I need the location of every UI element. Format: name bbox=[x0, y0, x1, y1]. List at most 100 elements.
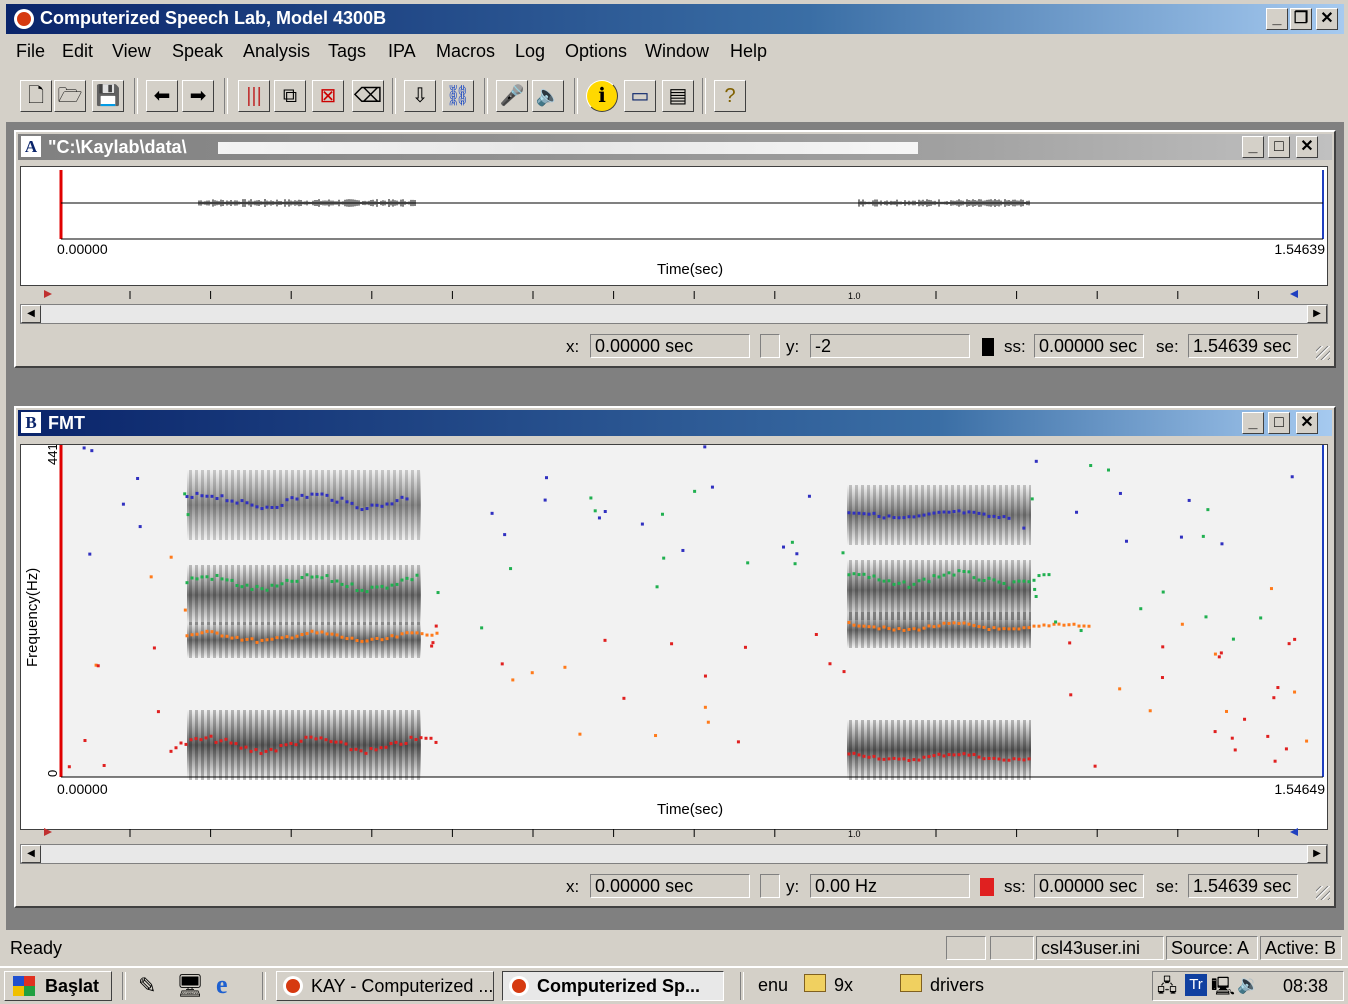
start-button[interactable]: Başlat bbox=[4, 971, 112, 1001]
menu-tags[interactable]: Tags bbox=[328, 41, 366, 62]
waveform-window-titlebar[interactable]: A "C:\Kaylab\data\ _ □ ✕ bbox=[18, 134, 1332, 160]
resize-grip-icon[interactable] bbox=[1316, 346, 1330, 360]
formant-point bbox=[304, 735, 308, 739]
menu-macros[interactable]: Macros bbox=[436, 41, 495, 62]
formant-point bbox=[1062, 623, 1066, 627]
csl-app-icon[interactable] bbox=[14, 9, 34, 29]
text-window-icon[interactable]: ▤ bbox=[662, 80, 694, 112]
scroll-left-button[interactable]: ◀ bbox=[21, 305, 41, 323]
menu-analysis[interactable]: Analysis bbox=[243, 41, 310, 62]
toolbar-item-9x[interactable]: 9x bbox=[834, 975, 853, 996]
waveform-minimize-button[interactable]: _ bbox=[1242, 136, 1264, 158]
copy-window-icon[interactable]: ⧉ bbox=[274, 80, 306, 112]
close-button[interactable]: ✕ bbox=[1316, 8, 1338, 30]
formant-point bbox=[847, 573, 851, 577]
formant-window[interactable]: B FMT _ □ ✕ 4410 0 Frequency(Hz) 0.00000… bbox=[14, 406, 1336, 908]
cursor-y-field[interactable]: -2 bbox=[810, 334, 970, 358]
spectrogram-time-ruler[interactable]: 1.0 bbox=[20, 826, 1328, 838]
cursor-x-field[interactable]: 0.00000 sec bbox=[590, 874, 750, 898]
quicklaunch-desktop-icon[interactable]: 🖥 bbox=[176, 973, 204, 999]
help-icon[interactable]: ? bbox=[714, 80, 746, 112]
formant-point bbox=[897, 581, 901, 585]
resize-grip-icon[interactable] bbox=[1316, 886, 1330, 900]
formant-point bbox=[305, 573, 309, 577]
waveform-maximize-button[interactable]: □ bbox=[1268, 136, 1290, 158]
scroll-left-button[interactable]: ◀ bbox=[21, 845, 41, 863]
toolbar-item-enu[interactable]: enu bbox=[758, 975, 788, 996]
open-folder-icon[interactable]: 🗁 bbox=[54, 80, 86, 112]
new-file-icon[interactable]: 🗋 bbox=[20, 80, 52, 112]
info-icon[interactable]: ℹ bbox=[586, 80, 618, 112]
formant-point bbox=[220, 577, 224, 581]
link-icon[interactable]: ⛓ bbox=[442, 80, 474, 112]
menu-ipa[interactable]: IPA bbox=[388, 41, 416, 62]
close-window-icon[interactable]: ⊠ bbox=[312, 80, 344, 112]
menu-options[interactable]: Options bbox=[565, 41, 627, 62]
formant-point bbox=[385, 637, 389, 641]
internet-explorer-icon[interactable]: e bbox=[216, 970, 228, 1000]
toolbar-item-drivers[interactable]: drivers bbox=[930, 975, 984, 996]
menu-edit[interactable]: Edit bbox=[62, 41, 93, 62]
formant-point bbox=[932, 574, 936, 578]
formant-point bbox=[67, 765, 71, 769]
eraser-icon[interactable]: ⌫ bbox=[352, 80, 384, 112]
menu-window[interactable]: Window bbox=[645, 41, 709, 62]
formant-point bbox=[987, 576, 991, 580]
formant-point bbox=[1032, 624, 1036, 628]
formant-point bbox=[1161, 645, 1165, 649]
sound-icon[interactable]: 🔉 bbox=[1237, 974, 1259, 995]
spectrogram-hscrollbar[interactable]: ◀ ▶ bbox=[20, 844, 1328, 864]
network-icon[interactable]: 🖧 bbox=[1157, 974, 1177, 1004]
scroll-right-button[interactable]: ▶ bbox=[1307, 845, 1327, 863]
keyboard-lang-icon[interactable]: Tr bbox=[1185, 974, 1207, 996]
waveform-window[interactable]: A "C:\Kaylab\data\ _ □ ✕ 0.00000 1.54639… bbox=[14, 130, 1336, 368]
folder-icon[interactable] bbox=[900, 974, 922, 992]
folder-icon[interactable] bbox=[804, 974, 826, 992]
formant-close-button[interactable]: ✕ bbox=[1296, 412, 1318, 434]
formant-point bbox=[972, 752, 976, 756]
cursor-y-field[interactable]: 0.00 Hz bbox=[810, 874, 970, 898]
scroll-right-button[interactable]: ▶ bbox=[1307, 305, 1327, 323]
formant-point bbox=[136, 476, 140, 480]
formant-point bbox=[185, 495, 189, 499]
monitor-icon[interactable]: 🖳 bbox=[1211, 974, 1235, 1004]
spectrogram-svg[interactable]: 4410 0 Frequency(Hz) bbox=[21, 436, 1327, 829]
minimize-button[interactable]: _ bbox=[1266, 8, 1288, 30]
menu-help[interactable]: Help bbox=[730, 41, 767, 62]
taskbar-task-label: Computerized Sp... bbox=[537, 976, 701, 996]
speaker-icon[interactable]: 🔈 bbox=[532, 80, 564, 112]
menu-file[interactable]: File bbox=[16, 41, 45, 62]
taskbar-kay-window[interactable]: KAY - Computerized ... bbox=[276, 971, 494, 1001]
waveform-plot-area[interactable]: 0.00000 1.54639 Time(sec) bbox=[20, 166, 1328, 286]
waveform-hscrollbar[interactable]: ◀ ▶ bbox=[20, 304, 1328, 324]
selection-end-field[interactable]: 1.54639 sec bbox=[1188, 334, 1298, 358]
selection-start-field[interactable]: 0.00000 sec bbox=[1034, 334, 1144, 358]
download-arrow-icon[interactable]: ⇩ bbox=[404, 80, 436, 112]
selection-start-field[interactable]: 0.00000 sec bbox=[1034, 874, 1144, 898]
selection-end-field[interactable]: 1.54639 sec bbox=[1188, 874, 1298, 898]
formant-minimize-button[interactable]: _ bbox=[1242, 412, 1264, 434]
menu-view[interactable]: View bbox=[112, 41, 151, 62]
restore-button[interactable]: ❐ bbox=[1290, 8, 1312, 30]
arrow-right-icon[interactable]: ➡ bbox=[182, 80, 214, 112]
save-icon[interactable]: 💾 bbox=[92, 80, 124, 112]
formant-window-titlebar[interactable]: B FMT _ □ ✕ bbox=[18, 410, 1332, 436]
microphone-icon[interactable]: 🎤 bbox=[496, 80, 528, 112]
taskbar-csl-window[interactable]: Computerized Sp... bbox=[502, 971, 724, 1001]
formant-point bbox=[355, 639, 359, 643]
menu-log[interactable]: Log bbox=[515, 41, 545, 62]
formant-maximize-button[interactable]: □ bbox=[1268, 412, 1290, 434]
cursor-x-field[interactable]: 0.00000 sec bbox=[590, 334, 750, 358]
spectrum-bars-icon[interactable]: ||| bbox=[238, 80, 270, 112]
arrow-left-icon[interactable]: ⬅ bbox=[146, 80, 178, 112]
formant-point bbox=[987, 756, 991, 760]
waveform-time-ruler[interactable]: 1.0 bbox=[20, 288, 1328, 300]
spectrogram-plot-area[interactable]: 4410 0 Frequency(Hz) 0.00000 1.54649 Tim… bbox=[20, 436, 1328, 830]
app-title-bar[interactable]: Computerized Speech Lab, Model 4300B _ ❐… bbox=[6, 4, 1344, 34]
window-icon[interactable]: ▭ bbox=[624, 80, 656, 112]
quicklaunch-edit-icon[interactable]: ✎ bbox=[138, 973, 156, 999]
formant-point bbox=[375, 585, 379, 589]
menu-speak[interactable]: Speak bbox=[172, 41, 223, 62]
waveform-close-button[interactable]: ✕ bbox=[1296, 136, 1318, 158]
formant-point bbox=[509, 567, 513, 571]
